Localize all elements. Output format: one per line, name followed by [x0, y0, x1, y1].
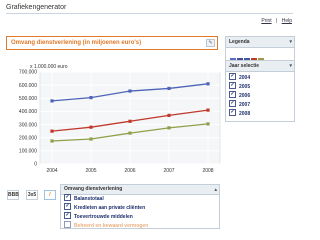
y-tick-label: 600.000 — [19, 83, 37, 89]
legend-header[interactable]: Legenda ▾ — [226, 37, 294, 48]
series-selection-header[interactable]: Omvang dienstverlening ▴ — [61, 185, 219, 195]
data-point — [206, 82, 210, 86]
year-selection-title: Jaar selectie — [229, 63, 260, 69]
y-tick-label: 500.000 — [19, 96, 37, 102]
year-option[interactable]: ✓ 2007 — [229, 100, 251, 109]
bar-chart-button[interactable]: BBB — [7, 190, 19, 200]
year-label: 2008 — [239, 111, 251, 117]
chart-title: Omvang dienstverlening (in miljoenen eur… — [11, 40, 142, 46]
checkbox[interactable]: ✓ — [64, 212, 71, 220]
top-links: Print | Help — [258, 18, 292, 24]
year-option[interactable]: ✓ 2008 — [229, 109, 251, 118]
data-point — [50, 129, 54, 133]
year-option[interactable]: ✓ 2005 — [229, 82, 251, 91]
series-option[interactable]: ✓ Balanstotaal — [64, 194, 104, 203]
data-point — [167, 86, 171, 91]
chevron-down-icon[interactable]: ▾ — [289, 63, 292, 69]
year-option[interactable]: ✓ 2004 — [229, 73, 251, 82]
data-point — [89, 125, 93, 129]
chart-title-field[interactable]: Omvang dienstverlening (in miljoenen eur… — [6, 36, 218, 50]
app-title: Grafiekengenerator — [6, 4, 67, 11]
x-tick-label: 2006 — [124, 168, 135, 174]
y-tick-label: 0 — [34, 162, 37, 168]
data-point — [206, 108, 210, 112]
link-separator: | — [276, 18, 278, 24]
edit-icon[interactable]: ✎ — [206, 39, 215, 47]
series-label: Balanstotaal — [74, 196, 104, 202]
line-chart: x 1.000.000 euro0100.000200.000300.00040… — [19, 64, 221, 174]
checkbox[interactable]: ✓ — [64, 203, 71, 211]
year-label: 2005 — [239, 84, 251, 90]
year-selection-header[interactable]: Jaar selectie ▾ — [226, 61, 294, 72]
series-option[interactable]: Beheerd en bewaard vermogen — [64, 221, 149, 229]
title-divider — [6, 13, 293, 14]
y-tick-label: 200.000 — [19, 135, 37, 141]
help-link[interactable]: Help — [282, 18, 292, 24]
data-point — [206, 122, 210, 126]
year-label: 2007 — [239, 102, 251, 108]
data-point — [167, 113, 171, 117]
y-tick-label: 100.000 — [19, 149, 37, 155]
series-option[interactable]: ✓ Toevertrouwde middelen — [64, 212, 133, 221]
chevron-down-icon[interactable]: ▴ — [214, 187, 217, 193]
series-selection-title: Omvang dienstverlening — [64, 186, 123, 192]
legend-panel: Legenda ▾ — [225, 36, 295, 64]
series-label: Beheerd en bewaard vermogen — [74, 223, 149, 229]
series-option[interactable]: ✓ Kredieten aan private cliënten — [64, 203, 146, 212]
data-point — [167, 126, 171, 130]
checkbox[interactable]: ✓ — [229, 73, 236, 81]
series-label: Toevertrouwde middelen — [74, 214, 133, 220]
y-tick-label: 700.000 — [19, 70, 37, 76]
x-tick-label: 2008 — [202, 168, 213, 174]
checkbox[interactable]: ✓ — [229, 100, 236, 108]
x-tick-label: 2005 — [85, 168, 96, 174]
year-selection-panel: Jaar selectie ▾ ✓ 2004 ✓ 2005 ✓ 2006 ✓ 2007 ✓ 200… — [225, 60, 295, 122]
chevron-down-icon[interactable]: ▾ — [289, 39, 292, 45]
series-label: Kredieten aan private cliënten — [74, 205, 146, 211]
y-tick-label: 400.000 — [19, 109, 37, 115]
checkbox[interactable]: ✓ — [229, 109, 236, 117]
year-label: 2004 — [239, 75, 251, 81]
line-chart-button[interactable]: / — [44, 190, 56, 200]
data-point — [50, 139, 54, 143]
checkbox[interactable] — [64, 221, 71, 228]
checkbox[interactable]: ✓ — [229, 91, 236, 99]
data-point — [128, 89, 132, 93]
data-point — [89, 96, 93, 100]
year-label: 2006 — [239, 93, 251, 99]
checkbox[interactable]: ✓ — [64, 194, 71, 202]
x-tick-label: 2004 — [46, 168, 57, 174]
y-tick-label: 300.000 — [19, 122, 37, 128]
data-point — [128, 131, 132, 135]
print-link[interactable]: Print — [261, 18, 271, 24]
checkbox[interactable]: ✓ — [229, 82, 236, 90]
series-selection-panel: Omvang dienstverlening ▴ ✓ Balanstotaal ✓ K… — [60, 184, 220, 229]
legend-title: Legenda — [229, 39, 250, 45]
data-point — [50, 99, 54, 103]
table-chart-button[interactable]: 3x5 — [26, 190, 38, 200]
data-point — [89, 137, 93, 141]
x-tick-label: 2007 — [163, 168, 174, 174]
data-point — [128, 119, 132, 123]
year-option[interactable]: ✓ 2006 — [229, 91, 251, 100]
